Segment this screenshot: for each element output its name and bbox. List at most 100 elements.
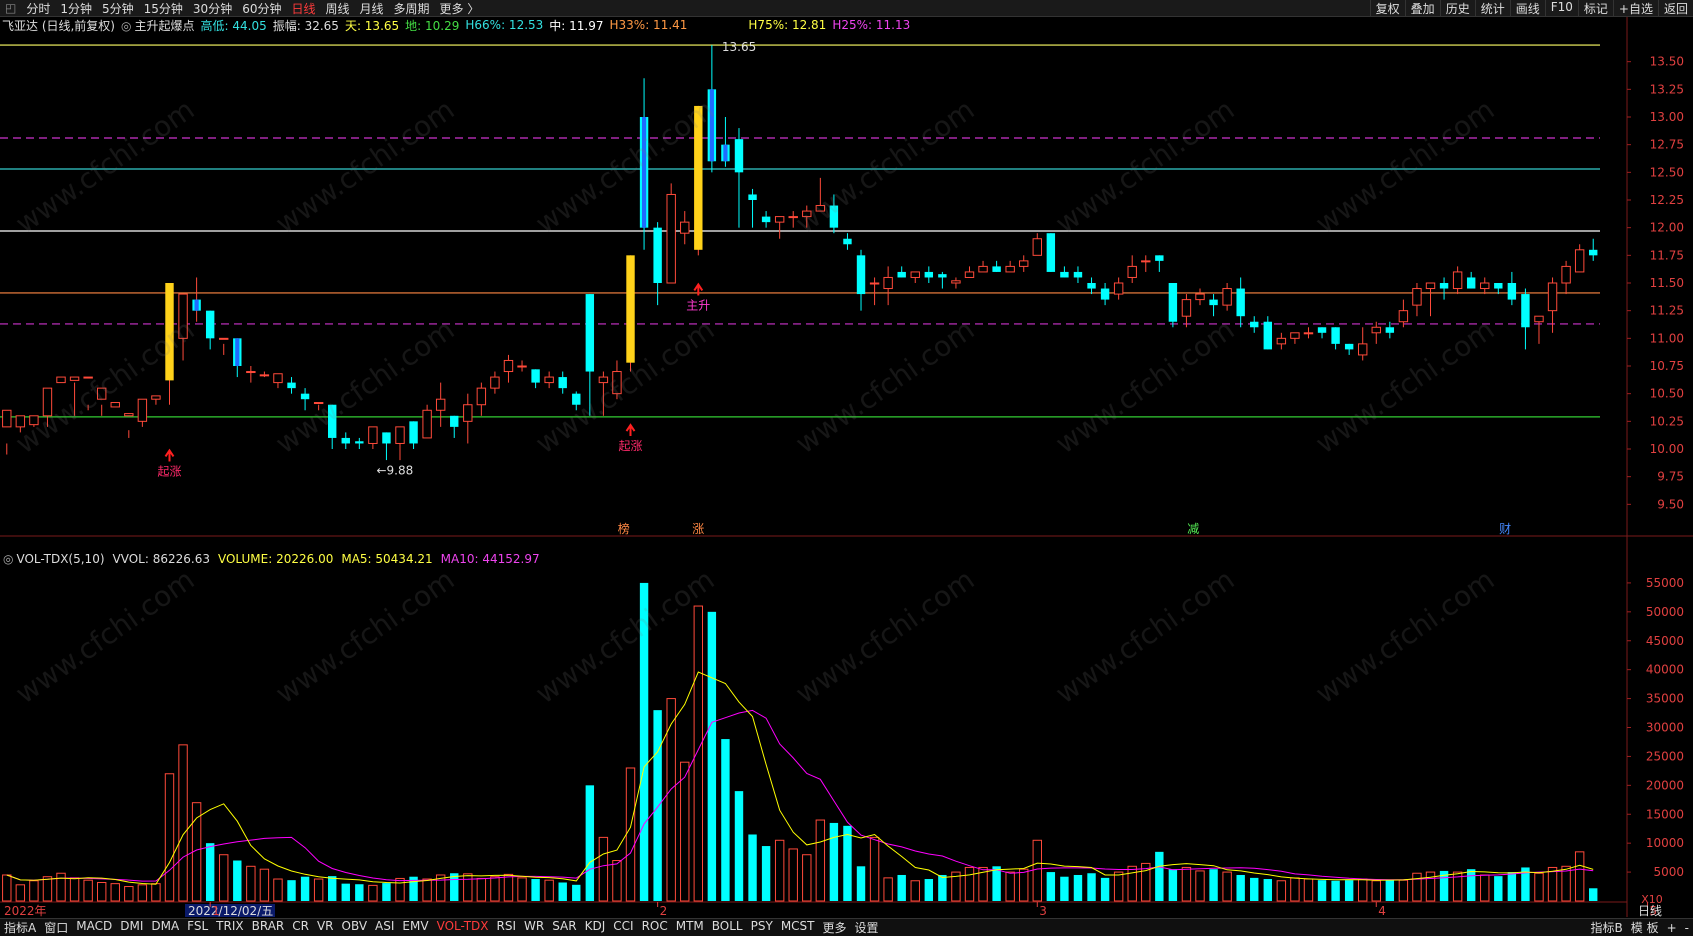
indicator-tab-25[interactable]: 设置 <box>851 919 883 936</box>
volume-tick-label: 55000 <box>1646 576 1684 590</box>
candle-body <box>1005 265 1015 273</box>
volume-tick-label: 40000 <box>1646 663 1684 677</box>
menu-icon[interactable]: ◰ <box>0 1 21 15</box>
indicator-right-3[interactable]: - <box>1681 921 1693 935</box>
period-tab-2[interactable]: 5分钟 <box>97 0 139 17</box>
candle-body <box>910 271 920 278</box>
period-tab-8[interactable]: 月线 <box>355 0 389 17</box>
indicator-tab-10[interactable]: OBV <box>338 919 372 936</box>
volume-bar <box>178 744 188 902</box>
indicator-tab-23[interactable]: MCST <box>777 919 819 936</box>
volume-bar <box>1547 866 1558 902</box>
volume-bar <box>1412 872 1422 902</box>
candle-body <box>435 398 446 411</box>
indicator-right-1[interactable]: 模 板 <box>1627 919 1663 936</box>
indicator-right-0[interactable]: 指标B <box>1587 919 1627 936</box>
period-tab-4[interactable]: 30分钟 <box>188 0 237 17</box>
volume-bar <box>1127 865 1137 902</box>
tool-button-7[interactable]: +自选 <box>1612 0 1658 16</box>
candle-body <box>585 294 595 372</box>
candle-body <box>1452 271 1463 290</box>
volume-bar <box>761 846 771 901</box>
volume-bar <box>1276 880 1287 902</box>
candle-body <box>56 376 66 384</box>
indicator-tab-15[interactable]: WR <box>520 919 548 936</box>
volume-bar <box>598 836 609 902</box>
price-tick-label: 13.00 <box>1650 110 1684 124</box>
candle-body <box>1534 315 1544 323</box>
volume-bar <box>1344 880 1354 901</box>
kline-chart[interactable]: 9.509.7510.0010.2510.5010.7511.0011.2511… <box>0 17 1693 917</box>
low-price-label: ←9.88 <box>376 463 413 477</box>
volume-bar <box>558 882 567 901</box>
volume-bar <box>1358 878 1368 902</box>
price-tick-label: 12.00 <box>1650 221 1684 235</box>
indicator-tab-19[interactable]: ROC <box>638 919 672 936</box>
indicator-tab-14[interactable]: RSI <box>493 919 521 936</box>
tool-button-5[interactable]: F10 <box>1544 0 1578 16</box>
volume-bar <box>1290 877 1300 902</box>
indicator-tab-4[interactable]: DMA <box>147 919 183 936</box>
indicator-tab-1[interactable]: 窗口 <box>40 919 72 936</box>
indicator-tab-22[interactable]: PSY <box>747 919 777 936</box>
period-tab-3[interactable]: 15分钟 <box>139 0 188 17</box>
tool-button-3[interactable]: 统计 <box>1474 0 1510 16</box>
indicator-tab-2[interactable]: MACD <box>72 919 116 936</box>
candle-body <box>1195 293 1205 301</box>
tool-button-4[interactable]: 画线 <box>1509 0 1545 16</box>
volume-bar <box>29 880 39 902</box>
indicator-tab-17[interactable]: KDJ <box>581 919 610 936</box>
period-tab-1[interactable]: 1分钟 <box>55 0 97 17</box>
candle-body <box>843 238 852 245</box>
ma5-line <box>6 671 1594 885</box>
period-tab-7[interactable]: 周线 <box>321 0 355 17</box>
period-tab-0[interactable]: 分时 <box>21 0 55 17</box>
period-tab-6[interactable]: 日线 <box>286 0 320 17</box>
candle-body <box>300 393 310 400</box>
indicator-tab-16[interactable]: SAR <box>548 919 580 936</box>
volume-tick-label: 50000 <box>1646 605 1684 619</box>
tool-button-8[interactable]: 返回 <box>1657 0 1693 16</box>
indicator-right-2[interactable]: + <box>1663 921 1681 935</box>
volume-bar <box>693 605 704 902</box>
indicator-tab-9[interactable]: VR <box>313 919 338 936</box>
indicator-tab-24[interactable]: 更多 <box>819 919 851 936</box>
tool-button-0[interactable]: 复权 <box>1369 0 1405 16</box>
indicator-tab-18[interactable]: CCI <box>609 919 637 936</box>
indicator-tab-0[interactable]: 指标A <box>0 919 40 936</box>
candle-body <box>680 221 690 234</box>
candle-body <box>517 365 527 368</box>
volume-bar <box>1250 877 1259 901</box>
indicator-tab-21[interactable]: BOLL <box>708 919 747 936</box>
volume-bar <box>856 866 866 901</box>
candle-body <box>951 280 961 284</box>
volume-bar <box>164 773 175 902</box>
candle-body <box>1398 310 1409 323</box>
candle-body <box>476 387 487 406</box>
indicator-tab-20[interactable]: MTM <box>672 919 708 936</box>
candle-body <box>1032 238 1042 256</box>
candle-body <box>544 376 554 384</box>
indicator-tab-6[interactable]: TRIX <box>212 919 247 936</box>
volume-bar <box>259 868 270 902</box>
indicator-tab-7[interactable]: BRAR <box>248 919 289 936</box>
indicator-tab-13[interactable]: VOL-TDX <box>433 919 493 936</box>
tool-button-6[interactable]: 标记 <box>1577 0 1613 16</box>
indicator-tab-11[interactable]: ASI <box>371 919 398 936</box>
tool-button-2[interactable]: 历史 <box>1439 0 1475 16</box>
period-tab-10[interactable]: 更多 〉 <box>435 0 485 17</box>
tool-button-1[interactable]: 叠加 <box>1404 0 1440 16</box>
price-tick-label: 11.25 <box>1650 304 1684 318</box>
candle-body <box>1317 327 1327 333</box>
volume-bar <box>1073 874 1083 901</box>
indicator-tab-5[interactable]: FSL <box>183 919 212 936</box>
indicator-tab-8[interactable]: CR <box>288 919 313 936</box>
candle-body <box>1589 249 1598 256</box>
period-toolbar: ◰ 分时 1分钟 5分钟 15分钟 30分钟 60分钟 日线 周线 月线 多周期 更多 〉 复权 叠加… <box>0 0 1693 17</box>
indicator-tab-12[interactable]: EMV <box>398 919 432 936</box>
indicator-tab-3[interactable]: DMI <box>116 919 147 936</box>
period-tab-9[interactable]: 多周期 <box>389 0 435 17</box>
volume-bar <box>503 873 514 902</box>
volume-bar <box>883 877 893 902</box>
period-tab-5[interactable]: 60分钟 <box>237 0 286 17</box>
